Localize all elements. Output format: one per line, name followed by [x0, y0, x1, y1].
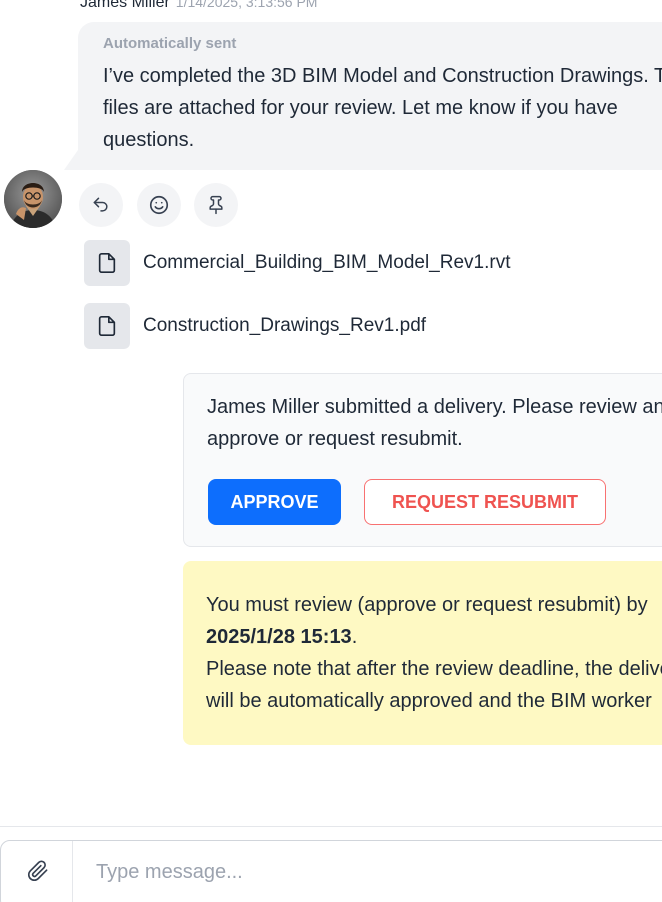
message-bubble: Automatically sent I’ve completed the 3D… — [78, 22, 662, 170]
notice-text: You must review (approve or request resu… — [206, 589, 662, 717]
auto-sent-label: Automatically sent — [103, 35, 237, 52]
file-icon — [98, 316, 116, 336]
message-timestamp: 1/14/2025, 3:13:56 PM — [175, 0, 318, 10]
attach-file-button[interactable] — [4, 840, 72, 902]
file-icon-box — [84, 303, 130, 349]
message-header: James Miller 1/14/2025, 3:13:56 PM — [80, 0, 317, 12]
paperclip-icon — [27, 860, 48, 882]
review-deadline-notice: You must review (approve or request resu… — [183, 561, 662, 745]
file-icon — [98, 253, 116, 273]
attachment-item[interactable]: Commercial_Building_BIM_Model_Rev1.rvt — [84, 240, 511, 286]
notice-text-before: You must review (approve or request resu… — [206, 594, 648, 616]
composer-separator — [72, 841, 73, 902]
chat-page: James Miller 1/14/2025, 3:13:56 PM Automa… — [0, 0, 662, 902]
reply-icon — [93, 197, 108, 212]
pin-icon — [209, 195, 223, 215]
request-resubmit-button[interactable]: REQUEST RESUBMIT — [364, 479, 606, 525]
message-input[interactable] — [96, 852, 636, 892]
attachment-item[interactable]: Construction_Drawings_Rev1.pdf — [84, 303, 426, 349]
reply-button[interactable] — [79, 183, 123, 227]
review-deadline: 2025/1/28 15:13 — [206, 626, 352, 648]
file-icon-box — [84, 240, 130, 286]
sender-name: James Miller — [80, 0, 170, 11]
smiley-icon — [149, 195, 169, 215]
bubble-tail — [64, 150, 78, 170]
attachment-name[interactable]: Construction_Drawings_Rev1.pdf — [143, 315, 426, 337]
composer-divider — [0, 826, 662, 827]
react-button[interactable] — [137, 183, 181, 227]
notice-note: Please note that after the review deadli… — [206, 658, 662, 712]
message-text: I’ve completed the 3D BIM Model and Cons… — [103, 65, 662, 151]
avatar-image — [4, 170, 62, 228]
delivery-card-text: James Miller submitted a delivery. Pleas… — [207, 396, 662, 450]
avatar[interactable] — [4, 170, 62, 228]
approve-button[interactable]: APPROVE — [208, 479, 341, 525]
attachment-name[interactable]: Commercial_Building_BIM_Model_Rev1.rvt — [143, 252, 511, 274]
pin-button[interactable] — [194, 183, 238, 227]
delivery-review-card: James Miller submitted a delivery. Pleas… — [183, 373, 662, 547]
notice-text-after: . — [351, 626, 358, 648]
